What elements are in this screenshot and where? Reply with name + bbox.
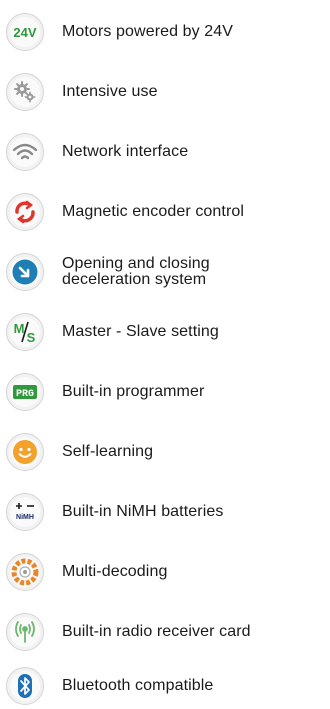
feature-label: Magnetic encoder control — [62, 203, 245, 220]
feature-label: Motors powered by 24V — [62, 23, 234, 40]
master-slave-icon: M S — [6, 313, 44, 351]
feature-item-radio-receiver: Built-in radio receiver card — [6, 612, 328, 652]
deceleration-icon — [6, 253, 44, 291]
feature-item-programmer: PRG Built-in programmer — [6, 372, 328, 412]
feature-label: Built-in NiMH batteries — [62, 503, 224, 520]
slave-letter: S — [27, 330, 36, 345]
feature-item-self-learning: Self-learning — [6, 432, 328, 472]
feature-label: Bluetooth compatible — [62, 677, 214, 694]
feature-label: Master - Slave setting — [62, 323, 219, 340]
feature-item-master-slave: M S Master - Slave setting — [6, 312, 328, 352]
feature-label: Opening and closing deceleration system — [62, 255, 210, 288]
24v-icon: 24V — [6, 13, 44, 51]
feature-label: Multi-decoding — [62, 563, 168, 580]
feature-label: Built-in radio receiver card — [62, 623, 251, 640]
feature-item-multi-decoding: Multi-decoding — [6, 552, 328, 592]
programmer-icon: PRG — [6, 373, 44, 411]
refresh-icon — [6, 193, 44, 231]
gears-icon — [6, 73, 44, 111]
feature-list: 24V Motors powered by 24V Intensive use … — [0, 0, 330, 709]
multi-decoding-icon — [6, 553, 44, 591]
feature-label: Network interface — [62, 143, 189, 160]
feature-item-deceleration: Opening and closing deceleration system — [6, 252, 328, 292]
feature-item-bluetooth: Bluetooth compatible — [6, 666, 328, 706]
feature-item-magnetic-encoder: Magnetic encoder control — [6, 192, 328, 232]
battery-icon-text: NiMH — [16, 514, 34, 521]
feature-item-nimh-batteries: NiMH Built-in NiMH batteries — [6, 492, 328, 532]
feature-item-network-interface: Network interface — [6, 132, 328, 172]
feature-label: Built-in programmer — [62, 383, 205, 400]
bluetooth-icon — [6, 667, 44, 705]
programmer-icon-text: PRG — [16, 389, 34, 400]
wifi-icon — [6, 133, 44, 171]
radio-icon — [6, 613, 44, 651]
feature-label: Intensive use — [62, 83, 158, 100]
master-letter: M — [14, 321, 25, 336]
24v-icon-text: 24V — [13, 25, 36, 40]
battery-icon: NiMH — [6, 493, 44, 531]
smiley-icon — [6, 433, 44, 471]
feature-item-24v: 24V Motors powered by 24V — [6, 12, 328, 52]
feature-item-intensive-use: Intensive use — [6, 72, 328, 112]
feature-label: Self-learning — [62, 443, 154, 460]
